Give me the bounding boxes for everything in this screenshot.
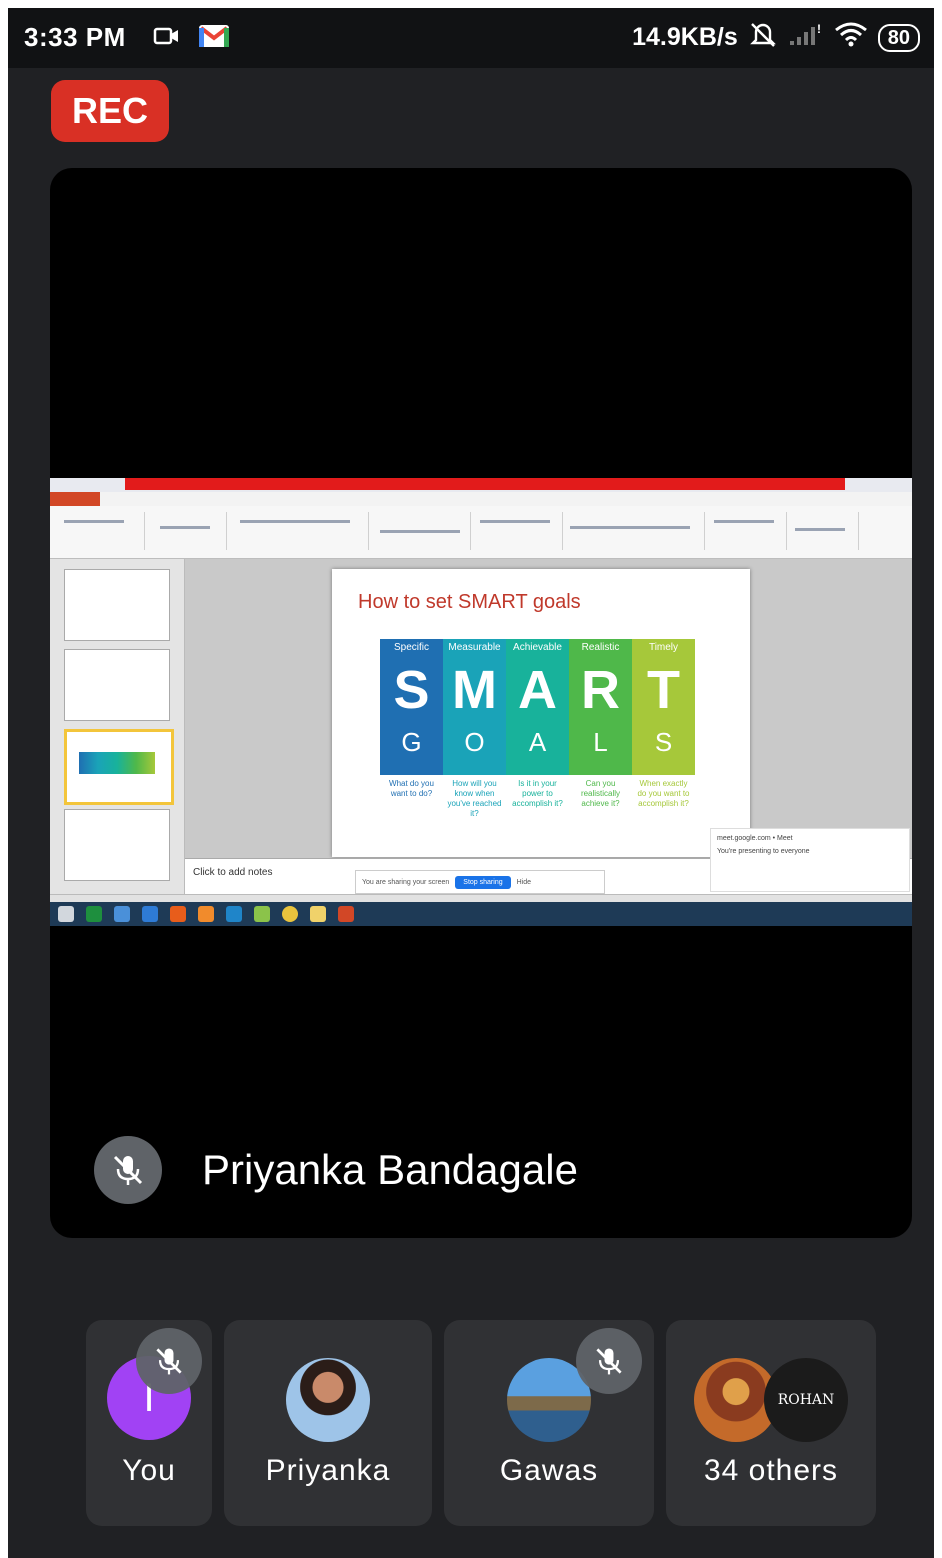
mic-off-icon [136,1328,202,1394]
slide-thumb [64,809,170,881]
recording-badge: REC [51,80,169,142]
presentation-tile[interactable]: How to set SMART goals Specific S G What… [50,168,912,1238]
smart-column: Measurable M O How will you know when yo… [443,639,506,818]
shared-screen: How to set SMART goals Specific S G What… [50,478,912,926]
slide: How to set SMART goals Specific S G What… [332,569,750,857]
avatar: ROHAN [764,1358,848,1442]
smart-column: Timely T S When exactly do you want to a… [632,639,695,808]
signal-icon: ! [788,21,824,54]
gmail-icon [198,22,230,50]
participant-name: Priyanka [265,1454,391,1487]
alarm-off-icon [748,20,778,55]
powerpoint-icon [338,906,354,922]
slide-title: How to set SMART goals [358,591,581,613]
wifi-icon [834,21,868,54]
ppt-ribbon-tabs [50,492,912,507]
windows-start-icon [58,906,74,922]
folder-icon [310,906,326,922]
smart-grid: Specific S G What do you want to do? Mea… [380,639,695,818]
edge-icon [226,906,242,922]
meet-presenting-popup: meet.google.com • Meet You're presenting… [710,828,910,892]
ie-icon [142,906,158,922]
popup-line2: You're presenting to everyone [717,848,810,855]
notes-placeholder: Click to add notes [193,867,273,878]
participant-name: Gawas [499,1454,599,1487]
popup-line1: meet.google.com • Meet [717,835,793,842]
app-icon [254,906,270,922]
status-time: 3:33 PM [24,22,126,52]
status-bar: 3:33 PM 14.9KB/s ! 80 [8,8,934,68]
participant-name: 34 others [703,1454,839,1487]
hide-link: Hide [516,878,532,886]
video-icon [153,22,181,50]
windows-taskbar [50,902,912,926]
slide-thumb-selected [64,729,174,805]
share-notification-bar: You are sharing your screen Stop sharing… [355,870,605,894]
participant-tile-priyanka[interactable]: Priyanka [224,1320,432,1526]
smart-column: Specific S G What do you want to do? [380,639,443,798]
share-bar-text: You are sharing your screen [362,878,450,886]
stop-sharing-button: Stop sharing [455,875,511,889]
participant-tile-gawas[interactable]: Gawas [444,1320,654,1526]
slide-thumb [64,649,170,721]
mic-off-icon [576,1328,642,1394]
presenter-name: Priyanka Bandagale [202,1146,578,1193]
excel-icon [86,906,102,922]
participant-tile-you[interactable]: I You [86,1320,212,1526]
ppt-file-tab [50,492,100,506]
mic-off-icon [94,1136,162,1204]
participant-tile-others[interactable]: ROHAN 34 others [666,1320,876,1526]
smart-column: Achievable A A Is it in your power to ac… [506,639,569,808]
svg-text:!: ! [817,22,821,36]
app-icon [198,906,214,922]
avatar [286,1358,370,1442]
explorer-icon [114,906,130,922]
battery-icon: 80 [877,23,920,52]
net-speed: 14.9KB/s [632,23,738,51]
meet-app: 3:33 PM 14.9KB/s ! 80 REC How to set SMA… [8,8,934,1558]
slide-thumb [64,569,170,641]
ppt-slide-thumbnails [50,559,185,894]
presenter-nameplate: Priyanka Bandagale [94,1136,578,1204]
participant-name: You [122,1454,176,1487]
status-right: 14.9KB/s ! 80 [632,20,920,55]
ppt-red-bar [125,478,845,490]
firefox-icon [170,906,186,922]
ppt-ribbon [50,506,912,559]
chrome-icon [282,906,298,922]
smart-column: Realistic R L Can you realistically achi… [569,639,632,808]
